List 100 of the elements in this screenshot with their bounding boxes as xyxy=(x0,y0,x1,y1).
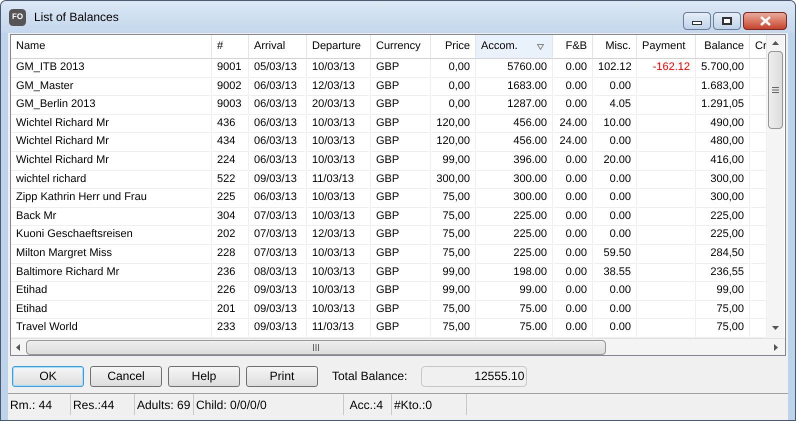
table-cell: 225,00 xyxy=(710,228,744,240)
table-cell: 08/03/13 xyxy=(254,266,297,278)
scroll-right-icon xyxy=(774,344,778,350)
table-cell: 06/03/13 xyxy=(254,135,297,148)
table-cell: 09/03/13 xyxy=(254,172,297,185)
table-cell: 0.00 xyxy=(566,266,587,278)
table-cell: GBP xyxy=(376,80,400,92)
table-cell: 0,00 xyxy=(448,80,470,92)
dialog-button[interactable]: Cancel xyxy=(90,366,162,386)
table-cell: GBP xyxy=(376,302,400,315)
table-cell: GBP xyxy=(376,228,400,240)
dialog-button[interactable]: Print xyxy=(246,366,318,386)
table-cell: GBP xyxy=(376,210,400,222)
table-cell: 10/03/13 xyxy=(312,284,355,296)
table-cell: 0.00 xyxy=(610,302,631,315)
table-cell: 10/03/13 xyxy=(312,266,355,278)
table-cell: GBP xyxy=(376,266,400,278)
table-cell: 10/03/13 xyxy=(312,61,355,73)
total-field: 12555.10 xyxy=(421,366,528,386)
table-cell: Zipp Kathrin Herr und Frau xyxy=(16,191,147,204)
table-cell: 304 xyxy=(217,210,236,222)
grip-icon xyxy=(313,344,319,350)
table-cell: GM_ITB 2013 xyxy=(16,61,84,73)
table-cell: 0.00 xyxy=(566,228,587,240)
maximize-button[interactable] xyxy=(713,12,741,30)
status-text: Adults: 69 xyxy=(137,396,190,414)
table-cell: wichtel richard xyxy=(16,172,86,185)
table-cell: 99,00 xyxy=(442,154,470,166)
table-cell: 228 xyxy=(217,246,236,259)
table-cell: 10/03/13 xyxy=(312,154,355,166)
table-cell: 20.00 xyxy=(603,154,631,166)
table-cell: 12/03/13 xyxy=(312,80,355,92)
status-text: Rm.: 44 xyxy=(10,396,52,414)
window-title: List of Balances xyxy=(34,9,119,26)
scroll-up-icon xyxy=(772,41,779,45)
table-cell: 10/03/13 xyxy=(312,246,355,259)
table-cell: 09/03/13 xyxy=(254,284,297,296)
table-cell: 20/03/13 xyxy=(312,98,355,110)
table-cell: 224 xyxy=(217,154,236,166)
table-cell: 300,00 xyxy=(710,191,744,204)
table-cell: 99,00 xyxy=(716,284,744,296)
table-cell: 456.00 xyxy=(513,116,547,129)
table-cell: 436 xyxy=(217,116,236,129)
table-cell: 75,00 xyxy=(442,246,470,259)
table-cell: 202 xyxy=(217,228,236,240)
table-cell: Milton Margret Miss xyxy=(16,246,112,259)
table-cell: 0.00 xyxy=(610,284,631,296)
sort-icon xyxy=(537,44,544,50)
table-cell: 0.00 xyxy=(610,228,631,240)
table-cell: 10/03/13 xyxy=(312,302,355,315)
table-cell: 0.00 xyxy=(610,80,631,92)
table-cell: 0.00 xyxy=(566,98,587,110)
table-cell: 225.00 xyxy=(513,228,547,240)
scroll-left-icon xyxy=(16,344,20,350)
table-cell: 06/03/13 xyxy=(254,80,297,92)
vertical-scrollbar[interactable] xyxy=(767,35,784,338)
horizontal-scrollbar[interactable] xyxy=(11,338,785,355)
table-cell: 75,00 xyxy=(442,191,470,204)
table-cell: 99.00 xyxy=(519,284,547,296)
table-cell: 226 xyxy=(217,284,236,296)
table-cell: 201 xyxy=(217,302,236,315)
table-cell: 59.50 xyxy=(603,246,631,259)
table-cell: Etihad xyxy=(16,302,48,315)
close-button[interactable] xyxy=(743,12,787,30)
table-cell: 522 xyxy=(217,172,236,185)
table-cell: 12/03/13 xyxy=(312,228,355,240)
table-cell: 5.700,00 xyxy=(701,61,744,73)
table-cell: GBP xyxy=(376,191,400,204)
table-cell: Wichtel Richard Mr xyxy=(16,154,109,166)
table-cell: 120,00 xyxy=(436,135,470,148)
table-cell: 06/03/13 xyxy=(254,98,297,110)
table-cell: 0.00 xyxy=(566,321,587,334)
table-cell: 75.00 xyxy=(519,302,547,315)
dialog-button[interactable]: Help xyxy=(168,366,240,386)
table-cell: 09/03/13 xyxy=(254,321,297,334)
table-cell: Kuoni Geschaeftsreisen xyxy=(16,228,133,240)
table-cell: 75,00 xyxy=(716,321,744,334)
table-cell: 06/03/13 xyxy=(254,116,297,129)
table-cell: 75,00 xyxy=(442,228,470,240)
table-cell: 75,00 xyxy=(442,321,470,334)
table-cell: -162.12 xyxy=(652,61,690,73)
table-cell: Wichtel Richard Mr xyxy=(16,116,109,129)
table-cell: 10.00 xyxy=(603,116,631,129)
table-cell: 10/03/13 xyxy=(312,191,355,204)
table-cell: 0,00 xyxy=(448,98,470,110)
status-text: Res.:44 xyxy=(73,396,114,414)
table-cell: GM_Master xyxy=(16,80,74,92)
table-cell: 06/03/13 xyxy=(254,191,297,204)
column-header[interactable]: Accom. xyxy=(476,35,553,58)
table-cell: 1683.00 xyxy=(507,80,547,92)
table-cell: 225.00 xyxy=(513,246,547,259)
minimize-button[interactable] xyxy=(683,12,711,30)
table-cell: 99,00 xyxy=(442,266,470,278)
table-cell: 0.00 xyxy=(610,135,631,148)
dialog-button[interactable]: OK xyxy=(12,366,84,386)
table-cell: GBP xyxy=(376,246,400,259)
table-cell: 396.00 xyxy=(513,154,547,166)
table-cell: 99,00 xyxy=(442,284,470,296)
table-cell: 434 xyxy=(217,135,236,148)
table-cell: GBP xyxy=(376,172,400,185)
